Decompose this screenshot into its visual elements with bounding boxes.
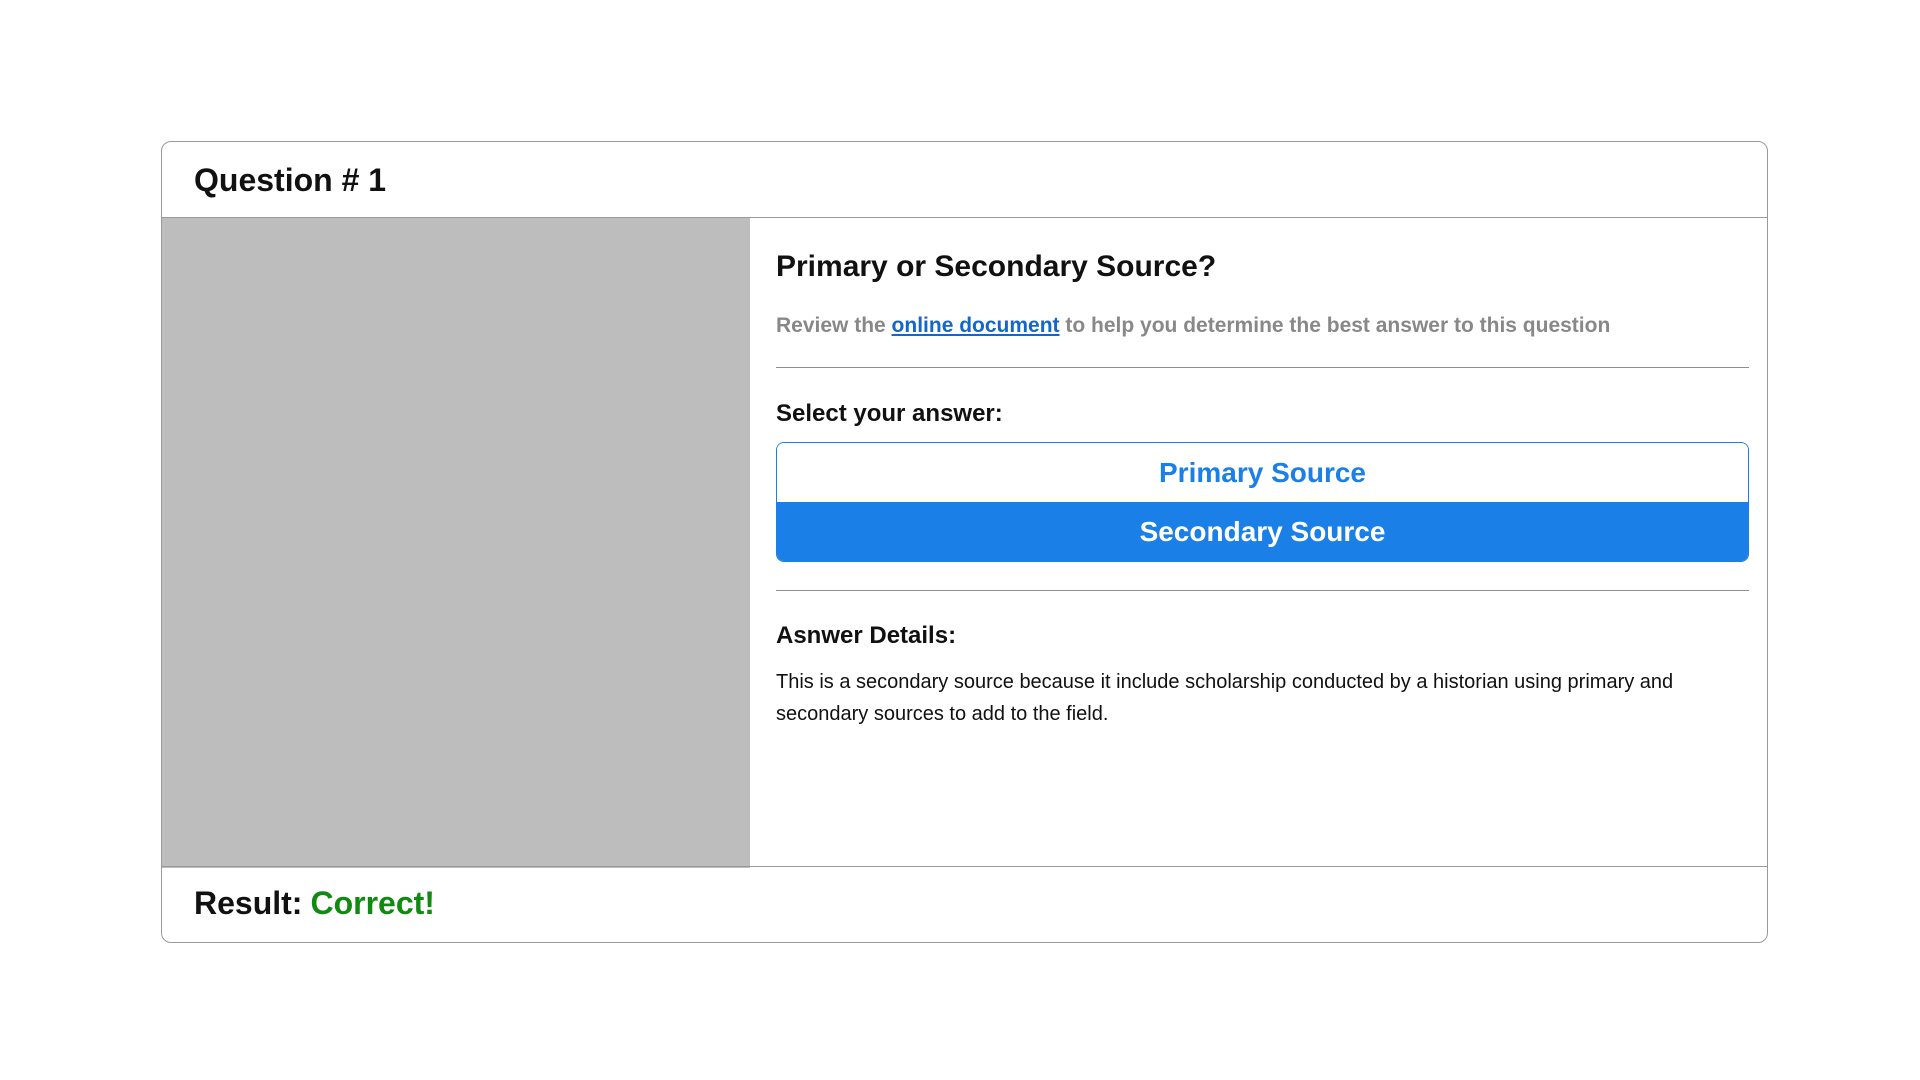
divider bbox=[776, 367, 1749, 368]
result-value: Correct! bbox=[310, 885, 435, 921]
answer-details-label: Asnwer Details: bbox=[776, 622, 957, 649]
divider bbox=[776, 590, 1749, 591]
card-header: Question # 1 bbox=[162, 142, 1767, 218]
question-heading: Primary or Secondary Source? bbox=[776, 250, 1217, 283]
question-instructions: Review the online document to help you d… bbox=[776, 314, 1610, 338]
select-answer-label: Select your answer: bbox=[776, 400, 1003, 427]
question-content: Primary or Secondary Source? Review the … bbox=[750, 218, 1767, 868]
online-document-link[interactable]: online document bbox=[892, 314, 1060, 337]
question-image-placeholder bbox=[162, 218, 750, 868]
primary-source-option[interactable]: Primary Source bbox=[777, 443, 1748, 503]
instructions-text-before: Review the bbox=[776, 314, 892, 337]
secondary-source-option[interactable]: Secondary Source bbox=[777, 503, 1748, 561]
result-label: Result: bbox=[194, 885, 303, 921]
question-card: Question # 1 Primary or Secondary Source… bbox=[161, 141, 1768, 943]
result: Result: Correct! bbox=[194, 885, 435, 922]
answer-details-text: This is a secondary source because it in… bbox=[776, 671, 1674, 725]
answer-options: Primary Source Secondary Source bbox=[776, 442, 1749, 562]
question-number-title: Question # 1 bbox=[194, 162, 387, 198]
card-footer: Result: Correct! bbox=[162, 866, 1767, 942]
instructions-text-after: to help you determine the best answer to… bbox=[1059, 314, 1611, 337]
